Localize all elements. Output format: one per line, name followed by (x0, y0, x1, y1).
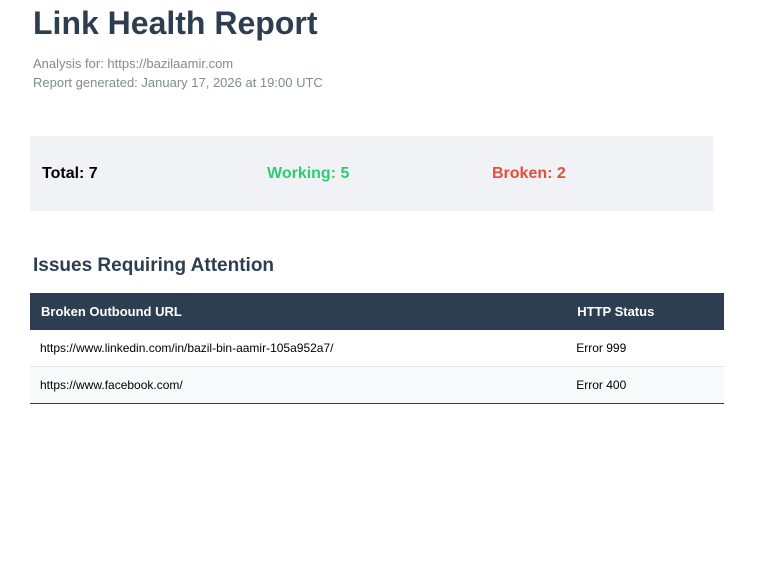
broken-url-cell[interactable]: https://www.facebook.com/ (30, 366, 567, 404)
analysis-url-text: Analysis for: https://bazilaamir.com (33, 56, 234, 71)
column-header-url: Broken Outbound URL (30, 293, 567, 330)
working-count: Working: 5 (267, 165, 350, 182)
generated-timestamp-text: Report generated: January 17, 2026 at 19… (33, 75, 323, 90)
column-header-status: HTTP Status (566, 293, 724, 330)
report-title: Link Health Report (33, 5, 318, 41)
report-meta: Analysis for: https://bazilaamir.com Rep… (33, 54, 323, 92)
table-header-row: Broken Outbound URL HTTP Status (30, 293, 724, 330)
issues-table: Broken Outbound URL HTTP Status https://… (30, 293, 724, 404)
total-count: Total: 7 (42, 165, 98, 182)
broken-count: Broken: 2 (492, 165, 566, 182)
table-row: https://www.linkedin.com/in/bazil-bin-aa… (30, 330, 724, 367)
http-status-cell: Error 999 (566, 330, 724, 367)
issues-heading: Issues Requiring Attention (33, 255, 275, 276)
table-row: https://www.facebook.com/ Error 400 (30, 366, 724, 404)
summary-panel: Total: 7 Working: 5 Broken: 2 (30, 136, 713, 211)
http-status-cell: Error 400 (566, 366, 724, 404)
broken-url-cell[interactable]: https://www.linkedin.com/in/bazil-bin-aa… (30, 330, 567, 367)
